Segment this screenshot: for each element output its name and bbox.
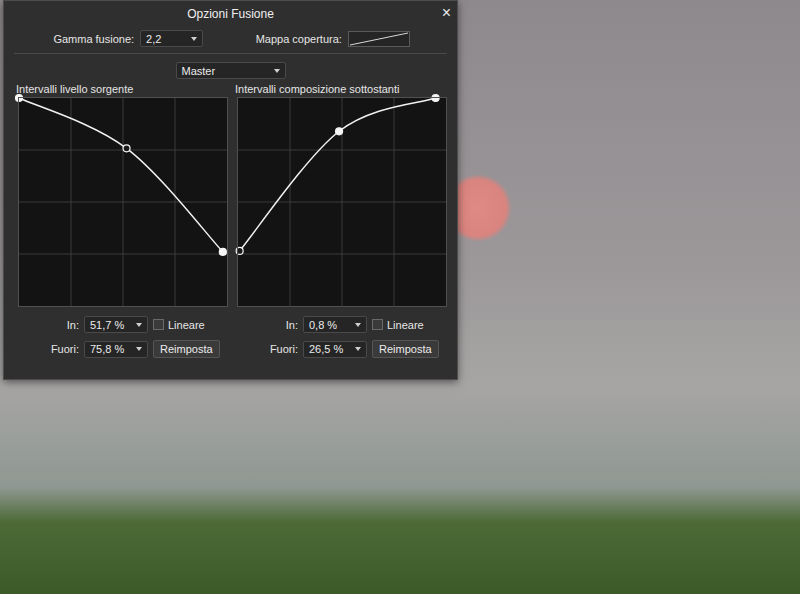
range-panel: Intervalli composizione sottostanti In: 0,… <box>235 83 446 358</box>
out-label: Fuori: <box>238 343 298 355</box>
reset-button[interactable]: Reimposta <box>153 340 220 358</box>
in-label: In: <box>19 319 79 331</box>
blend-gamma-label: Gamma fusione: <box>53 33 134 45</box>
curve-graph[interactable] <box>19 98 227 306</box>
checkbox-box[interactable] <box>153 319 164 330</box>
dialog-title: Opzioni Fusione <box>187 7 274 21</box>
blend-options-dialog: Opzioni Fusione × Gamma fusione: 2,2 Mappa c… <box>3 0 458 380</box>
panel-title: Intervalli composizione sottostanti <box>235 83 446 96</box>
dropdown-arrow-icon <box>274 69 280 73</box>
in-label: In: <box>238 319 298 331</box>
dropdown-arrow-icon <box>136 347 142 351</box>
title-bar: Opzioni Fusione × <box>4 1 457 26</box>
curve-point[interactable] <box>219 248 226 255</box>
grid-line <box>238 202 446 203</box>
coverage-map-label: Mappa copertura: <box>256 33 342 45</box>
grid-line <box>19 254 227 255</box>
panel-title: Intervalli livello sorgente <box>16 83 227 96</box>
curve-point[interactable] <box>123 145 130 152</box>
grid-line <box>238 254 446 255</box>
channel-row: Master <box>4 54 457 83</box>
curve-chart[interactable] <box>19 98 227 306</box>
in-select[interactable]: 0,8 % <box>303 316 367 333</box>
curve-chart[interactable] <box>238 98 446 306</box>
dropdown-arrow-icon <box>355 323 361 327</box>
coverage-map-button[interactable] <box>348 31 410 47</box>
linear-checkbox[interactable]: Lineare <box>153 319 227 331</box>
grid-line <box>175 98 176 306</box>
point-controls: In: 51,7 % Lineare Fuori: 75,8 % Reimposta <box>19 316 227 358</box>
curve-graph[interactable] <box>238 98 446 306</box>
curve-point[interactable] <box>236 247 243 254</box>
range-panels: Intervalli livello sorgente In: 51,7 % Line… <box>4 83 457 368</box>
out-label: Fuori: <box>19 343 79 355</box>
checkbox-box[interactable] <box>372 319 383 330</box>
curve-point[interactable] <box>432 95 439 102</box>
reset-button[interactable]: Reimposta <box>372 340 439 358</box>
coverage-curve-icon <box>349 32 409 46</box>
grid-line <box>19 202 227 203</box>
grid-line <box>394 98 395 306</box>
curve-point[interactable] <box>16 95 23 102</box>
point-controls: In: 0,8 % Lineare Fuori: 26,5 % Reimposta <box>238 316 446 358</box>
top-row: Gamma fusione: 2,2 Mappa copertura: <box>14 26 447 54</box>
out-select[interactable]: 26,5 % <box>303 341 367 358</box>
dropdown-arrow-icon <box>136 323 142 327</box>
channel-select[interactable]: Master <box>176 62 286 79</box>
curve-point[interactable] <box>336 128 343 135</box>
close-button[interactable]: × <box>442 4 451 22</box>
blend-gamma-select[interactable]: 2,2 <box>140 30 203 47</box>
range-panel: Intervalli livello sorgente In: 51,7 % Line… <box>16 83 227 358</box>
curve-line <box>19 98 223 252</box>
blend-gamma: Gamma fusione: 2,2 <box>26 30 231 47</box>
background-photo: Opzioni Fusione × Gamma fusione: 2,2 Mappa c… <box>0 0 800 594</box>
in-select[interactable]: 51,7 % <box>84 316 148 333</box>
linear-checkbox[interactable]: Lineare <box>372 319 446 331</box>
curve-line <box>240 98 436 251</box>
dropdown-arrow-icon <box>191 37 197 41</box>
dropdown-arrow-icon <box>355 347 361 351</box>
out-select[interactable]: 75,8 % <box>84 341 148 358</box>
coverage-map: Mappa copertura: <box>231 30 436 47</box>
